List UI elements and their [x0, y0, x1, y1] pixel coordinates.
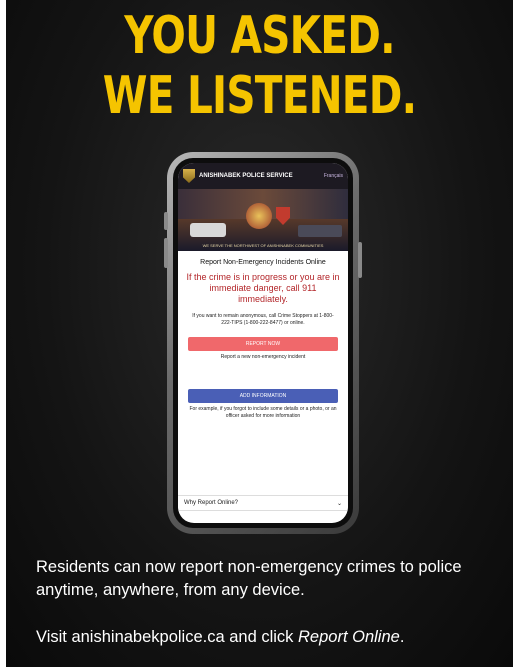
cta-suffix: . — [399, 628, 405, 646]
banner-tagline: WE SERVE THE NORTHWEST OF ANISHINABEK CO… — [202, 243, 324, 248]
phone-mockup: ANISHINABEK POLICE SERVICE Français WE S… — [164, 152, 362, 534]
patrol-boat-image — [298, 225, 342, 237]
call-to-action: Visit anishinabekpolice.ca and click Rep… — [36, 626, 506, 648]
report-section: Report Non-Emergency Incidents Online If… — [178, 251, 348, 420]
web-page: ANISHINABEK POLICE SERVICE Français WE S… — [178, 163, 348, 523]
phone-power-button — [358, 242, 362, 278]
anonymous-note: If you want to remain anonymous, call Cr… — [192, 313, 334, 326]
chevron-down-icon: ⌄ — [336, 500, 342, 507]
cta-emphasis: Report Online — [298, 628, 400, 646]
phone-volume-button — [164, 238, 168, 268]
cta-prefix: Visit anishinabekpolice.ca and click — [36, 628, 299, 646]
poster: YOU ASKED. WE LISTENED. ANISHINABEK POLI… — [6, 0, 513, 667]
add-information-button[interactable]: ADD INFORMATION — [188, 389, 338, 403]
headline-line-1: YOU ASKED. — [124, 6, 395, 66]
report-now-button[interactable]: REPORT NOW — [188, 337, 338, 351]
emblem-icon — [246, 203, 272, 229]
body-text: Residents can now report non-emergency c… — [36, 558, 462, 599]
headline-line-2: WE LISTENED. — [102, 66, 417, 126]
emergency-warning: If the crime is in progress or you are i… — [186, 272, 340, 304]
language-link[interactable]: Français — [324, 173, 343, 179]
page-title: Report Non-Emergency Incidents Online — [200, 259, 326, 266]
police-crest-icon — [183, 169, 195, 183]
faq-label: Why Report Online? — [184, 500, 239, 506]
faq-accordion[interactable]: Why Report Online? ⌄ — [178, 495, 348, 511]
phone-side-button — [164, 212, 168, 230]
hero-banner: WE SERVE THE NORTHWEST OF ANISHINABEK CO… — [178, 189, 348, 251]
shield-icon — [276, 207, 290, 225]
add-information-caption: For example, if you forgot to include so… — [189, 406, 337, 419]
site-header: ANISHINABEK POLICE SERVICE Français — [178, 163, 348, 189]
report-caption: Report a new non-emergency incident — [220, 354, 306, 360]
police-car-image — [190, 223, 226, 237]
phone-screen: ANISHINABEK POLICE SERVICE Français WE S… — [173, 158, 353, 528]
agency-name: ANISHINABEK POLICE SERVICE — [199, 172, 293, 179]
